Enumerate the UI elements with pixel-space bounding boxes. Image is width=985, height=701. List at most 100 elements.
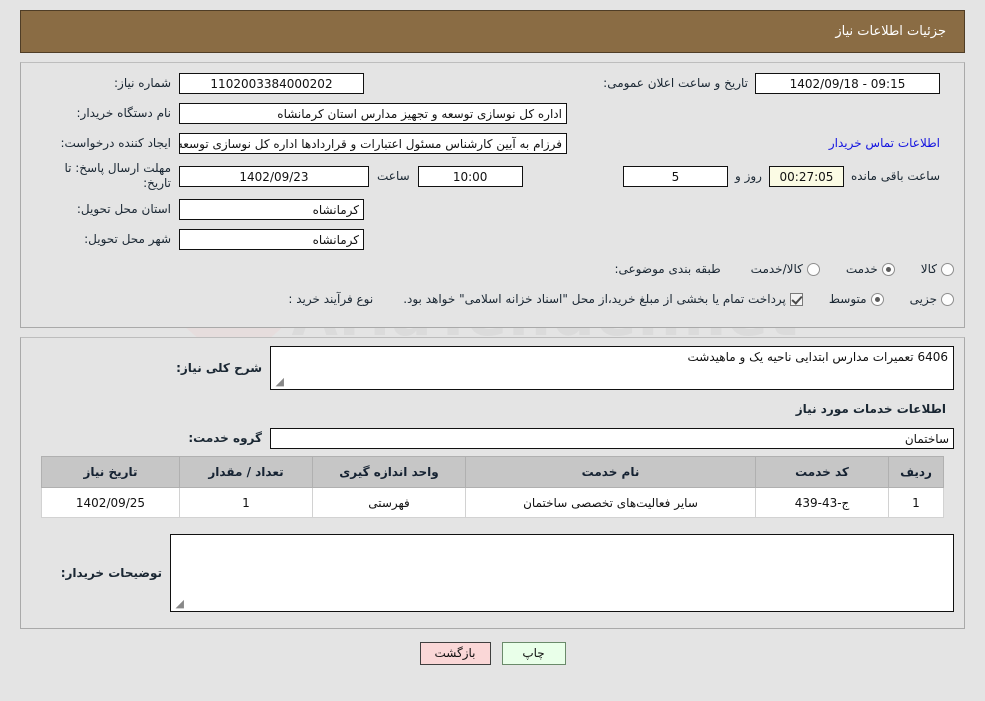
category-radio-group: کالا خدمت کالا/خدمت xyxy=(729,262,954,276)
delivery-city-input[interactable]: کرمانشاه xyxy=(179,228,364,250)
table-row[interactable]: 1 ج-43-439 سایر فعالیت‌های تخصصی ساختمان… xyxy=(41,487,944,518)
buyer-org-input[interactable]: اداره کل نوسازی توسعه و تجهیز مدارس استا… xyxy=(179,102,567,124)
delivery-province-label: استان محل تحویل: xyxy=(76,201,171,216)
category-option-kala-khedmat[interactable]: کالا/خدمت xyxy=(751,262,820,276)
delivery-province-input[interactable]: کرمانشاه xyxy=(179,198,364,220)
row-deadline: ساعت باقی مانده 00:27:05 روز و 5 10:00 س… xyxy=(31,161,954,191)
service-group-label: گروه خدمت: xyxy=(188,430,262,445)
cell-service-code: ج-43-439 xyxy=(755,487,889,518)
row-province: کرمانشاه استان محل تحویل: xyxy=(31,197,954,221)
radio-icon[interactable] xyxy=(881,262,895,276)
deadline-days-input: 5 xyxy=(622,165,728,187)
category-label: طبقه بندی موضوعی: xyxy=(614,261,721,276)
city-group: کرمانشاه شهر محل تحویل: xyxy=(31,228,364,250)
col-unit: واحد اندازه گیری xyxy=(312,456,466,488)
purchase-type-radio-group: جزیی متوسط پرداخت تمام یا بخشی از مبلغ خ… xyxy=(381,292,954,306)
print-button[interactable]: چاپ xyxy=(501,642,566,665)
buyer-notes-group: ◢ توضیحات خریدار: xyxy=(22,534,954,612)
cell-unit: فهرستی xyxy=(312,487,466,518)
request-creator-label: ایجاد کننده درخواست: xyxy=(60,135,171,150)
row-need-number: 1402/09/18 - 09:15 تاریخ و ساعت اعلان عم… xyxy=(31,71,954,95)
page-title: جزئیات اطلاعات نیاز xyxy=(835,24,946,39)
radio-icon[interactable] xyxy=(941,292,954,306)
col-service-name: نام خدمت xyxy=(465,456,756,488)
request-creator-group: فرزام به آیین کارشناس مسئول اعتبارات و ق… xyxy=(31,132,567,154)
back-button[interactable]: بازگشت xyxy=(419,642,491,665)
deadline-group: 10:00 ساعت 1402/09/23 مهلت ارسال پاسخ: ت… xyxy=(31,161,523,191)
deadline-days-label: روز و xyxy=(734,169,762,183)
service-group-wrap: ساختمان گروه خدمت: xyxy=(122,427,954,449)
deadline-countdown-timer: 00:27:05 xyxy=(768,165,844,187)
province-group: کرمانشاه استان محل تحویل: xyxy=(31,198,364,220)
radio-icon[interactable] xyxy=(870,292,884,306)
purchase-type-group: جزیی متوسط پرداخت تمام یا بخشی از مبلغ خ… xyxy=(233,291,954,307)
category-option-kala[interactable]: کالا xyxy=(921,262,954,276)
row-service-group: ساختمان گروه خدمت: xyxy=(31,426,954,450)
page-root: جزئیات اطلاعات نیاز 1402/09/18 - 09:15 ت… xyxy=(0,10,985,665)
col-service-code: کد خدمت xyxy=(755,456,889,488)
category-option-label: کالا xyxy=(920,262,937,276)
buyer-org-group: اداره کل نوسازی توسعه و تجهیز مدارس استا… xyxy=(31,102,567,124)
col-need-date: تاریخ نیاز xyxy=(41,456,180,488)
row-request-creator: اطلاعات تماس خریدار فرزام به آیین کارشنا… xyxy=(31,131,954,155)
need-summary-panel: 6406 تعمیرات مدارس ابتدایی ناحیه یک و ما… xyxy=(20,337,965,629)
delivery-city-label: شهر محل تحویل: xyxy=(84,231,171,246)
need-info-panel: 1402/09/18 - 09:15 تاریخ و ساعت اعلان عم… xyxy=(20,62,965,328)
radio-icon[interactable] xyxy=(941,262,954,276)
need-number-input[interactable]: 1102003384000202 xyxy=(179,72,364,94)
need-number-group: 1102003384000202 شماره نیاز: xyxy=(31,72,364,94)
deadline-date-input[interactable]: 1402/09/23 xyxy=(179,165,369,187)
need-summary-text: 6406 تعمیرات مدارس ابتدایی ناحیه یک و ما… xyxy=(687,350,948,364)
col-row-no: ردیف xyxy=(888,456,944,488)
need-summary-label: شرح کلی نیاز: xyxy=(176,360,262,375)
cell-service-name: سایر فعالیت‌های تخصصی ساختمان xyxy=(465,487,756,518)
checkbox-icon[interactable] xyxy=(789,292,803,306)
purchase-type-label: نوع فرآیند خرید : xyxy=(288,291,374,306)
action-button-bar: بازگشت چاپ xyxy=(0,642,985,665)
radio-icon[interactable] xyxy=(806,262,820,276)
contact-link-group: اطلاعات تماس خریدار xyxy=(567,136,954,150)
row-need-summary: 6406 تعمیرات مدارس ابتدایی ناحیه یک و ما… xyxy=(31,346,954,390)
resize-grip-icon[interactable]: ◢ xyxy=(274,376,284,387)
request-creator-input[interactable]: فرزام به آیین کارشناس مسئول اعتبارات و ق… xyxy=(179,132,567,154)
deadline-extra-group: ساعت باقی مانده 00:27:05 روز و 5 xyxy=(523,165,954,187)
cell-quantity: 1 xyxy=(179,487,313,518)
purchase-type-option-jozei[interactable]: جزیی xyxy=(910,292,954,306)
need-summary-group: 6406 تعمیرات مدارس ابتدایی ناحیه یک و ما… xyxy=(122,346,954,390)
deadline-label: مهلت ارسال پاسخ: تا تاریخ: xyxy=(64,161,171,190)
service-group-input[interactable]: ساختمان xyxy=(270,427,954,449)
resize-grip-icon[interactable]: ◢ xyxy=(174,598,184,609)
purchase-type-option-label: متوسط xyxy=(828,292,867,306)
treasury-bond-note[interactable]: پرداخت تمام یا بخشی از مبلغ خرید،از محل … xyxy=(403,292,803,306)
purchase-type-option-label: جزیی xyxy=(909,292,937,306)
buyer-org-label: نام دستگاه خریدار: xyxy=(76,105,172,120)
deadline-time-input[interactable]: 10:00 xyxy=(417,165,523,187)
services-section-title: اطلاعات خدمات مورد نیاز xyxy=(795,402,946,416)
deadline-remaining-label: ساعت باقی مانده xyxy=(850,169,940,183)
row-city: کرمانشاه شهر محل تحویل: xyxy=(31,227,954,251)
deadline-time-label: ساعت xyxy=(377,169,410,183)
need-summary-textarea[interactable]: 6406 تعمیرات مدارس ابتدایی ناحیه یک و ما… xyxy=(270,346,954,390)
cell-row-no: 1 xyxy=(888,487,944,518)
row-purchase-type: جزیی متوسط پرداخت تمام یا بخشی از مبلغ خ… xyxy=(31,287,954,311)
treasury-bond-note-label: پرداخت تمام یا بخشی از مبلغ خرید،از محل … xyxy=(403,292,786,306)
category-option-label: خدمت xyxy=(845,262,878,276)
col-quantity: تعداد / مقدار xyxy=(179,456,313,488)
buyer-notes-label: توضیحات خریدار: xyxy=(60,565,162,580)
row-buyer-org: اداره کل نوسازی توسعه و تجهیز مدارس استا… xyxy=(31,101,954,125)
public-announce-group: 1402/09/18 - 09:15 تاریخ و ساعت اعلان عم… xyxy=(364,72,954,94)
buyer-contact-link[interactable]: اطلاعات تماس خریدار xyxy=(829,136,940,150)
need-number-label: شماره نیاز: xyxy=(114,75,171,90)
category-option-label: کالا/خدمت xyxy=(750,262,803,276)
category-option-khedmat[interactable]: خدمت xyxy=(846,262,895,276)
window-title-bar: جزئیات اطلاعات نیاز xyxy=(20,10,965,53)
table-header-row: ردیف کد خدمت نام خدمت واحد اندازه گیری ت… xyxy=(41,456,944,488)
public-announce-input[interactable]: 1402/09/18 - 09:15 xyxy=(755,72,940,94)
category-group: کالا خدمت کالا/خدمت طبقه بندی موضوعی: xyxy=(581,261,954,277)
row-category: کالا خدمت کالا/خدمت طبقه بندی موضوعی: xyxy=(31,257,954,281)
public-announce-label: تاریخ و ساعت اعلان عمومی: xyxy=(603,76,748,90)
purchase-type-option-motavaset[interactable]: متوسط xyxy=(829,292,884,306)
services-table: ردیف کد خدمت نام خدمت واحد اندازه گیری ت… xyxy=(41,456,944,518)
buyer-notes-textarea[interactable]: ◢ xyxy=(170,534,954,612)
cell-need-date: 1402/09/25 xyxy=(41,487,180,518)
